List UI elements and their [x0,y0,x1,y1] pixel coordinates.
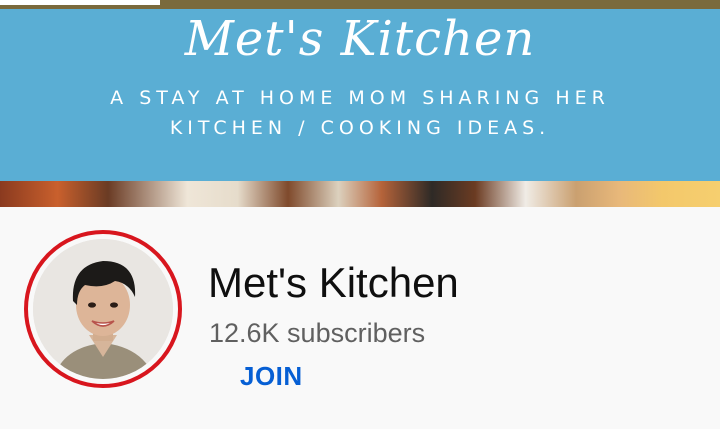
join-button[interactable]: JOIN [240,361,303,392]
channel-avatar[interactable] [24,230,182,388]
person-portrait-icon [33,239,173,379]
channel-name: Met's Kitchen [208,259,459,306]
channel-header: Met's Kitchen 12.6K subscribers JOIN [0,207,720,429]
banner-title: Met's Kitchen [184,11,536,67]
banner-tagline-line-1: A STAY AT HOME MOM SHARING HER [110,87,610,109]
loading-progress-bar [0,0,160,5]
banner-tagline-line-2: KITCHEN / COOKING IDEAS. [169,117,551,139]
avatar-photo [33,239,173,379]
top-accent-bar [0,0,720,9]
subscriber-count: 12.6K subscribers [209,318,426,348]
banner-food-photo-strip [0,181,720,207]
channel-banner: Met's Kitchen A STAY AT HOME MOM SHARING… [0,9,720,181]
banner-tagline: A STAY AT HOME MOM SHARING HER KITCHEN /… [0,83,720,143]
